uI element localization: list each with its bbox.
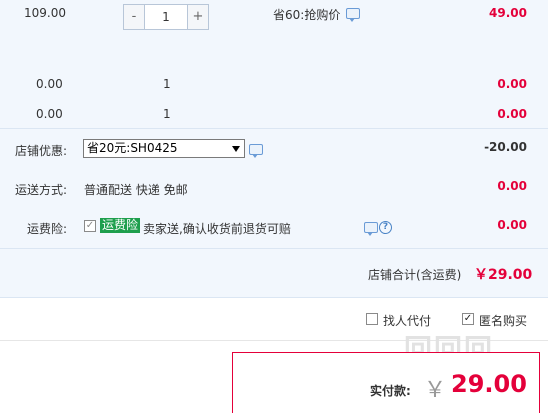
freight-insurance-amount: 0.00 xyxy=(497,218,527,232)
shop-discount-label: 店铺优惠: xyxy=(15,144,68,158)
shop-discount-select[interactable]: 省20元:SH0425 xyxy=(83,139,245,158)
item-quantity: 1 xyxy=(163,77,171,91)
item-subtotal: 49.00 xyxy=(489,6,527,20)
shop-discount-selected: 省20元:SH0425 xyxy=(87,141,178,155)
shop-total-label: 店铺合计(含运费) xyxy=(368,268,462,282)
pay-for-me-checkbox[interactable] xyxy=(366,313,378,325)
anonymous-purchase-label[interactable]: 匿名购买 xyxy=(479,312,527,329)
freight-insurance-checkbox[interactable]: ✓ xyxy=(84,220,96,232)
payment-label: 实付款: xyxy=(370,384,411,398)
payment-amount: 29.00 xyxy=(451,370,527,398)
item-subtotal: 0.00 xyxy=(497,107,527,121)
help-icon[interactable]: ? xyxy=(379,221,392,234)
item-quantity: 1 xyxy=(163,107,171,121)
item-promo-label: 省60:抢购价 xyxy=(273,8,341,22)
divider xyxy=(0,297,548,298)
shop-discount-amount: -20.00 xyxy=(484,140,527,154)
pay-for-me-label[interactable]: 找人代付 xyxy=(383,312,431,329)
quantity-increase-button[interactable]: + xyxy=(188,5,208,29)
freight-insurance-description: 卖家送,确认收货前退货可赔 xyxy=(143,222,291,236)
divider xyxy=(0,248,548,249)
quantity-input[interactable]: 1 xyxy=(144,5,188,29)
freight-insurance-label: 运费险: xyxy=(27,222,68,236)
anonymous-purchase-checkbox[interactable]: ✓ xyxy=(462,313,474,325)
shipping-label: 运送方式: xyxy=(15,183,68,197)
item-unit-price: 0.00 xyxy=(36,77,63,91)
shop-total-amount: ￥29.00 xyxy=(474,267,533,283)
item-unit-price: 0.00 xyxy=(36,107,63,121)
shipping-amount: 0.00 xyxy=(497,179,527,193)
chevron-down-icon xyxy=(232,146,240,152)
quantity-stepper[interactable]: - 1 + xyxy=(123,4,209,30)
chat-icon[interactable] xyxy=(249,144,263,158)
payment-currency: ￥ xyxy=(424,378,447,403)
divider xyxy=(0,128,548,129)
freight-insurance-tag: 运费险 xyxy=(100,218,141,233)
chat-icon[interactable] xyxy=(364,222,378,236)
shipping-method: 普通配送 快递 免邮 xyxy=(84,183,188,197)
chat-icon[interactable] xyxy=(346,8,360,22)
item-unit-price: 109.00 xyxy=(24,6,66,20)
item-subtotal: 0.00 xyxy=(497,77,527,91)
quantity-decrease-button[interactable]: - xyxy=(124,5,144,29)
